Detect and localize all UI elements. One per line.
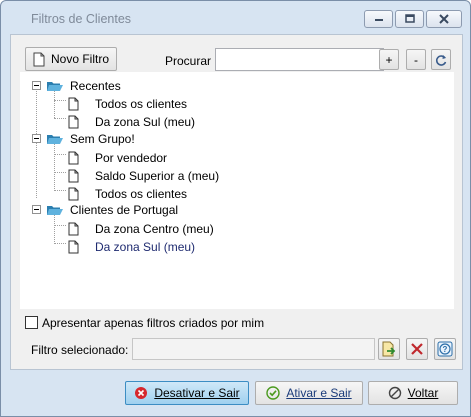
activate-label: Ativar e Sair [286,386,352,400]
dialog-content: Novo Filtro Procurar : + - Recentes Todo… [10,34,463,370]
back-button[interactable]: Voltar [368,381,458,405]
tree-root-line [36,91,37,198]
tree-branch-line [54,91,55,118]
import-filter-button[interactable] [378,338,400,360]
tree-item-label: Da zona Sul (meu) [95,115,196,129]
selected-filter-field[interactable] [132,338,375,360]
minimize-button[interactable] [364,10,393,28]
tree-connector [54,225,66,226]
tree-item-label: Saldo Superior a (meu) [95,169,220,183]
svg-text:?: ? [443,345,448,354]
tree-item[interactable]: Saldo Superior a (meu) [68,167,219,185]
window-title: Filtros de Clientes [31,12,132,26]
back-label: Voltar [407,386,439,400]
minus-label: - [414,52,418,67]
new-filter-button[interactable]: Novo Filtro [25,47,117,71]
refresh-button[interactable] [431,49,451,70]
tree-group-label: Recentes [70,79,121,93]
tree-group-recentes[interactable]: Recentes [46,77,121,95]
document-icon [68,222,79,236]
collapse-toggle[interactable] [32,205,41,214]
tree-item[interactable]: Da zona Sul (meu) [68,113,195,131]
add-button[interactable]: + [379,49,399,70]
only-mine-label: Apresentar apenas filtros criados por mi… [42,316,265,330]
tree-item[interactable]: Todos os clientes [68,95,187,113]
tree-item-label: Da zona Centro (meu) [95,222,214,236]
tree-item[interactable]: Por vendedor [68,149,167,167]
folder-open-icon [47,135,63,144]
help-icon: ? [437,341,453,357]
only-mine-checkbox[interactable] [25,316,38,329]
search-label: Procurar : [165,54,218,68]
tree-item-selected[interactable]: Da zona Sul (meu) [68,238,195,256]
tree-item-label: Todos os clientes [95,97,188,111]
close-button[interactable] [426,10,462,28]
plus-label: + [385,52,393,67]
tree-connector [54,118,66,119]
document-icon [68,115,79,129]
search-input[interactable] [215,48,384,71]
minimize-icon [374,19,383,21]
tree-group-clientes-portugal[interactable]: Clientes de Portugal [46,201,178,219]
tree-item[interactable]: Da zona Centro (meu) [68,220,214,238]
document-icon [68,169,79,183]
delete-x-icon [411,343,423,355]
tree-item-label: Da zona Sul (meu) [95,240,196,254]
tree-group-label: Clientes de Portugal [70,203,179,217]
collapse-toggle[interactable] [32,81,41,90]
maximize-icon [404,14,415,23]
import-document-icon [382,341,396,357]
new-filter-label: Novo Filtro [50,52,109,66]
deactivate-exit-button[interactable]: Desativar e Sair [125,381,249,405]
cancel-icon [388,386,401,400]
document-icon [68,187,79,201]
selected-filter-label: Filtro selecionado: [31,343,129,357]
document-icon [68,151,79,165]
filter-dialog-window: Filtros de Clientes Novo Filtro Procurar… [0,0,471,417]
help-button[interactable]: ? [434,338,456,360]
activate-exit-button[interactable]: Ativar e Sair [255,381,363,405]
tree-connector [54,100,66,101]
tree-connector [54,190,66,191]
tree-branch-line [54,215,55,242]
title-bar[interactable]: Filtros de Clientes [1,1,470,33]
tree-connector [54,243,66,244]
refresh-icon [435,54,447,66]
deactivate-icon [135,387,148,399]
delete-filter-button[interactable] [406,338,428,360]
collapse-toggle[interactable] [32,134,41,143]
new-document-icon [33,52,45,66]
tree-item-label: Todos os clientes [95,187,188,201]
document-icon [68,240,79,254]
activate-check-icon [266,386,281,400]
tree-connector [54,172,66,173]
folder-open-icon [47,206,63,215]
tree-branch-line [54,144,55,189]
deactivate-label: Desativar e Sair [154,386,240,400]
tree-item-label: Por vendedor [95,151,168,165]
document-icon [68,97,79,111]
tree-connector [54,154,66,155]
remove-button[interactable]: - [406,49,426,70]
maximize-button[interactable] [395,10,424,28]
tree-group-sem-grupo[interactable]: Sem Grupo! [46,130,135,148]
folder-open-icon [47,82,63,91]
tree-group-label: Sem Grupo! [70,132,135,146]
filters-tree[interactable]: Recentes Todos os clientes Da zona Sul (… [20,72,454,309]
close-icon [439,14,449,24]
